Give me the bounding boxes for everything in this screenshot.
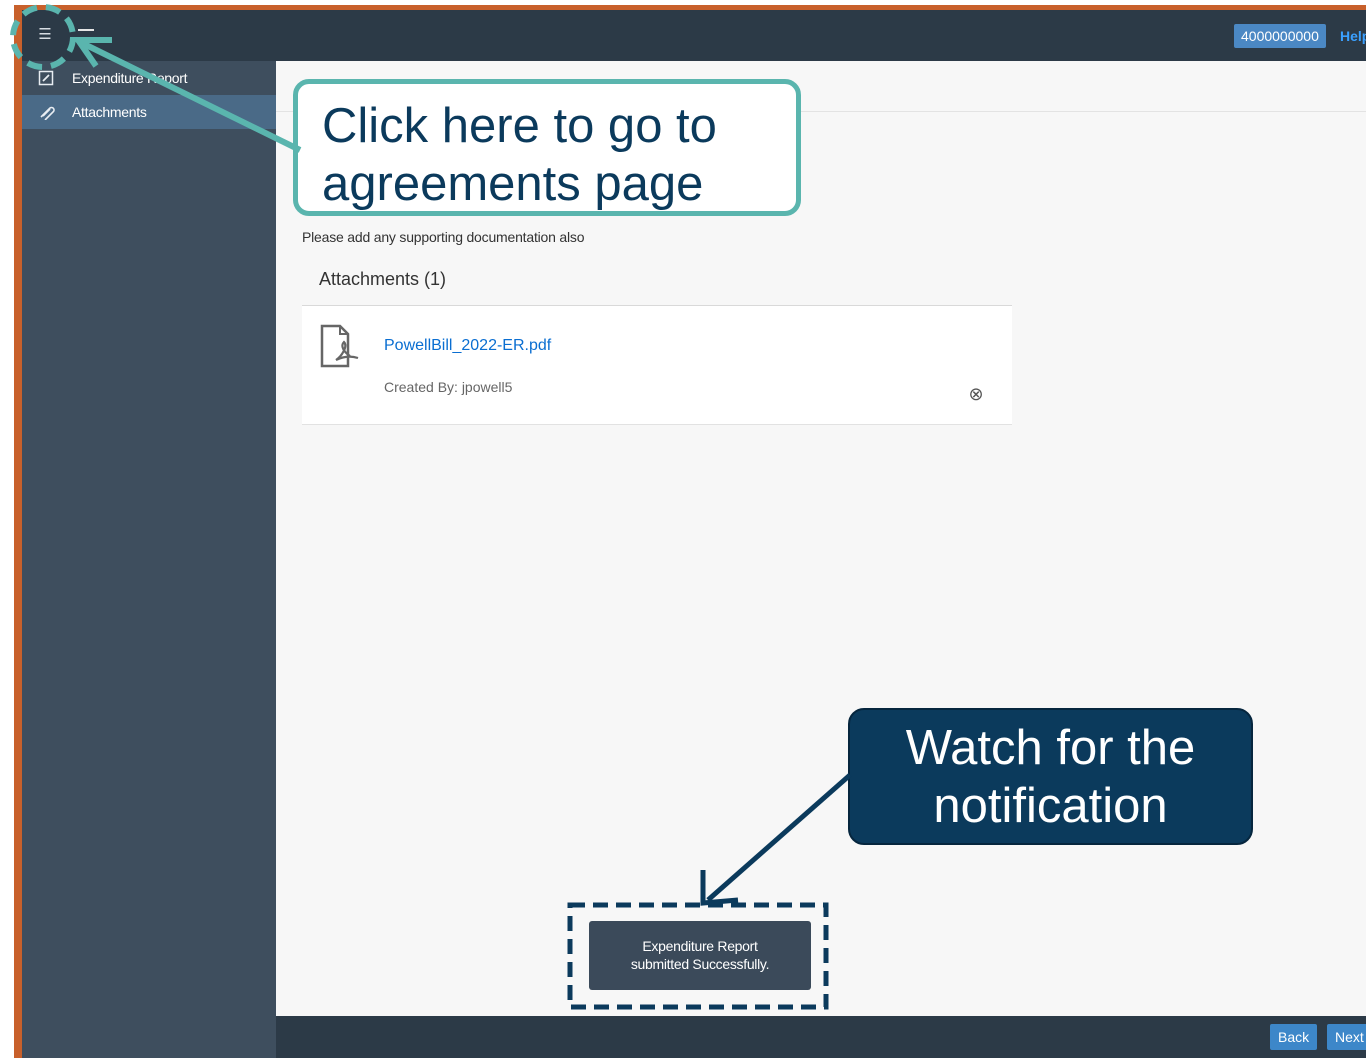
- callout-agreements: Click here to go to agreements page: [293, 79, 801, 216]
- toast-line-2: submitted Successfully.: [630, 956, 770, 972]
- success-toast: Expenditure Report submitted Successfull…: [589, 921, 811, 990]
- callout-line-2: agreements page: [322, 157, 704, 211]
- callout-line-2: notification: [933, 779, 1168, 833]
- callout-line-1: Click here to go to: [322, 99, 717, 153]
- next-button[interactable]: Next: [1327, 1024, 1366, 1050]
- page-description: Please add any supporting documentation …: [302, 229, 585, 245]
- edit-icon: [38, 70, 54, 86]
- callout-line-1: Watch for the: [905, 721, 1196, 775]
- attachment-file-link[interactable]: PowellBill_2022-ER.pdf: [384, 337, 551, 355]
- footer-bar: [276, 1016, 1366, 1058]
- list-icon[interactable]: ☰: [34, 24, 56, 46]
- paperclip-icon: [38, 104, 55, 121]
- shell-bar: ☰ 4000000000 Help: [22, 10, 1366, 61]
- sidebar-item-label: Attachments: [72, 104, 147, 120]
- toast-line-1: Expenditure Report: [642, 938, 758, 954]
- remove-attachment-icon[interactable]: ⊗: [966, 384, 986, 404]
- callout-notification: Watch for the notification: [848, 708, 1253, 845]
- collapse-icon[interactable]: [78, 29, 94, 31]
- help-link[interactable]: Help: [1340, 24, 1366, 48]
- pdf-icon: [320, 322, 368, 370]
- sidebar-item-label: Expenditure Report: [72, 70, 188, 86]
- attachment-item[interactable]: PowellBill_2022-ER.pdf Created By: jpowe…: [302, 306, 1012, 425]
- sidebar-item-attachments[interactable]: Attachments: [22, 95, 276, 129]
- attachments-title: Attachments (1): [319, 269, 447, 289]
- account-id-badge[interactable]: 4000000000: [1234, 24, 1326, 48]
- attachment-created-by: Created By: jpowell5: [384, 379, 513, 395]
- sidebar-item-expenditure-report[interactable]: Expenditure Report: [22, 61, 276, 95]
- sidebar: Expenditure Report Attachments: [22, 61, 276, 1058]
- back-button[interactable]: Back: [1270, 1024, 1318, 1050]
